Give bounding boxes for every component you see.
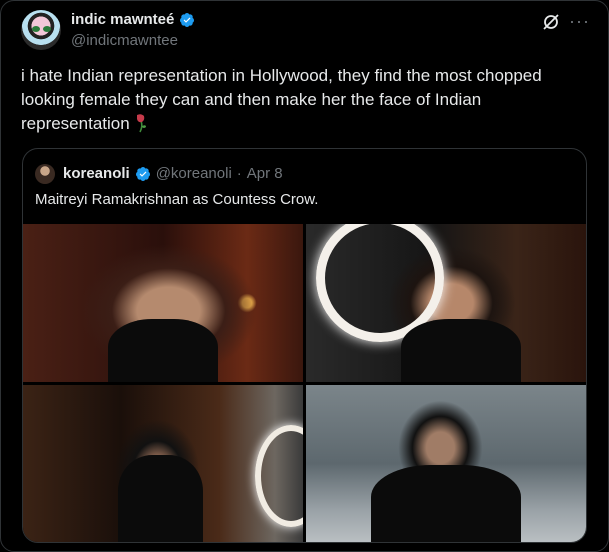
author-name-row: indic mawnteé <box>71 11 195 28</box>
quoted-tweet[interactable]: koreanoli @koreanoli · Apr 8 Maitreyi Ra… <box>22 148 587 543</box>
quoted-author-name[interactable]: koreanoli <box>63 165 130 182</box>
media-photo-2[interactable] <box>306 224 586 382</box>
verified-badge-icon <box>180 12 195 27</box>
separator-dot: · <box>236 165 242 182</box>
media-photo-1[interactable] <box>23 224 303 382</box>
author-name[interactable]: indic mawnteé <box>71 11 174 28</box>
quoted-author-handle[interactable]: @koreanoli <box>156 165 232 182</box>
media-grid <box>23 224 586 542</box>
media-photo-3[interactable] <box>23 385 303 542</box>
verified-badge-icon <box>135 166 150 181</box>
grok-icon[interactable] <box>541 12 561 32</box>
tweet-card[interactable]: indic mawnteé @indicmawntee ··· i hate I… <box>0 0 609 552</box>
more-icon[interactable]: ··· <box>569 11 590 32</box>
tweet-text: i hate Indian representation in Hollywoo… <box>21 64 581 136</box>
wilted-rose-icon <box>136 114 146 133</box>
author-handle[interactable]: @indicmawntee <box>71 32 178 49</box>
quoted-date[interactable]: Apr 8 <box>247 165 283 182</box>
tweet-body: i hate Indian representation in Hollywoo… <box>21 66 542 133</box>
quoted-text: Maitreyi Ramakrishnan as Countess Crow. <box>35 191 319 208</box>
quoted-author-avatar[interactable] <box>35 164 55 184</box>
media-photo-4[interactable] <box>306 385 586 542</box>
quoted-header: koreanoli @koreanoli · Apr 8 <box>63 165 283 182</box>
author-avatar[interactable] <box>21 10 61 50</box>
